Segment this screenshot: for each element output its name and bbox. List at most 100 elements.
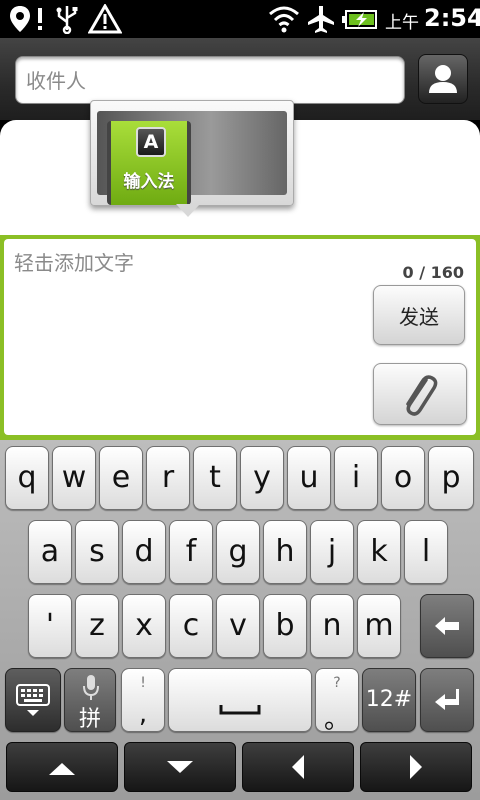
- send-button[interactable]: 发送: [373, 285, 465, 345]
- airplane-icon: [308, 6, 334, 33]
- spacebar-icon: [219, 705, 261, 715]
- key-label: b: [275, 608, 295, 643]
- key-q[interactable]: q: [5, 446, 49, 510]
- backspace-key[interactable]: [420, 594, 474, 658]
- arrow-up-key[interactable]: [6, 742, 118, 792]
- key-label: r: [161, 460, 175, 495]
- key-label: i: [351, 460, 361, 495]
- key-label: a: [40, 534, 60, 569]
- key-label: d: [134, 534, 154, 569]
- paperclip-icon: [406, 375, 438, 416]
- attach-button[interactable]: [373, 363, 467, 425]
- key-w[interactable]: w: [52, 446, 96, 510]
- clock-time: 2:54: [424, 4, 480, 32]
- arrow-down-icon: [167, 761, 193, 773]
- key-x[interactable]: x: [122, 594, 166, 658]
- space-key[interactable]: [168, 668, 312, 732]
- key-label: x: [135, 608, 153, 643]
- key-o[interactable]: o: [381, 446, 425, 510]
- key-l[interactable]: l: [404, 520, 448, 584]
- status-bar: 上午 2:54: [0, 0, 480, 38]
- key-c[interactable]: c: [169, 594, 213, 658]
- ime-keycap-icon: A: [136, 127, 166, 157]
- key-label: z: [89, 608, 105, 643]
- key-label: t: [209, 460, 221, 495]
- key-label: n: [322, 608, 342, 643]
- clock-ampm: 上午: [385, 13, 419, 33]
- key-label: l: [421, 534, 431, 569]
- key-f[interactable]: f: [169, 520, 213, 584]
- key-apostrophe[interactable]: ': [28, 594, 72, 658]
- key-label: ': [45, 608, 55, 643]
- key-g[interactable]: g: [216, 520, 260, 584]
- key-z[interactable]: z: [75, 594, 119, 658]
- key-label: q: [17, 460, 37, 495]
- input-method-popup: A 输入法: [90, 100, 294, 217]
- ime-popup-frame: A 输入法: [90, 100, 294, 206]
- key-a[interactable]: a: [28, 520, 72, 584]
- key-alt-label: ?: [333, 675, 341, 691]
- input-method-button[interactable]: A 输入法: [107, 121, 191, 205]
- key-label: w: [61, 460, 87, 495]
- arrow-right-key[interactable]: [360, 742, 472, 792]
- compose-area: 0 / 160 发送: [0, 235, 480, 440]
- enter-key[interactable]: [420, 668, 474, 732]
- key-label: k: [370, 534, 388, 569]
- key-s[interactable]: s: [75, 520, 119, 584]
- key-label: f: [185, 534, 197, 569]
- contact-picker-button[interactable]: [418, 54, 468, 104]
- key-label: e: [111, 460, 131, 495]
- contact-icon: [429, 65, 457, 93]
- voice-key-label: 拼: [78, 707, 101, 732]
- usb-icon: [56, 6, 78, 34]
- comma-key[interactable]: ! ,: [121, 668, 165, 732]
- keyboard-switch-key[interactable]: [5, 668, 61, 732]
- arrow-up-icon: [49, 763, 75, 775]
- key-d[interactable]: d: [122, 520, 166, 584]
- key-label: g: [228, 534, 248, 569]
- warning-icon: [88, 4, 122, 34]
- numbers-key[interactable]: 12#: [362, 668, 416, 732]
- key-label: s: [89, 534, 105, 569]
- key-k[interactable]: k: [357, 520, 401, 584]
- key-label: 12#: [365, 687, 413, 712]
- wifi-icon: [269, 6, 299, 33]
- recipient-input[interactable]: [24, 57, 398, 105]
- key-j[interactable]: j: [310, 520, 354, 584]
- key-r[interactable]: r: [146, 446, 190, 510]
- ime-popup-pointer: [176, 204, 200, 217]
- key-b[interactable]: b: [263, 594, 307, 658]
- key-label: y: [253, 460, 271, 495]
- ime-label: 输入法: [123, 172, 175, 192]
- battery-charging-icon: [342, 10, 377, 29]
- backspace-icon: [435, 617, 459, 635]
- voice-pinyin-key[interactable]: 拼: [64, 668, 116, 732]
- arrow-right-icon: [410, 755, 422, 779]
- key-n[interactable]: n: [310, 594, 354, 658]
- key-label: u: [299, 460, 319, 495]
- enter-icon: [435, 689, 459, 710]
- key-label: v: [229, 608, 247, 643]
- key-m[interactable]: m: [357, 594, 401, 658]
- key-h[interactable]: h: [263, 520, 307, 584]
- key-label: ,: [138, 699, 148, 729]
- key-v[interactable]: v: [216, 594, 260, 658]
- key-u[interactable]: u: [287, 446, 331, 510]
- ime-panel: A 输入法: [97, 111, 287, 205]
- key-e[interactable]: e: [99, 446, 143, 510]
- message-input[interactable]: [12, 245, 356, 429]
- arrow-left-key[interactable]: [242, 742, 354, 792]
- key-p[interactable]: p: [428, 446, 474, 510]
- arrow-left-icon: [292, 755, 304, 779]
- key-label: c: [182, 608, 200, 643]
- key-t[interactable]: t: [193, 446, 237, 510]
- arrow-down-key[interactable]: [124, 742, 236, 792]
- keyboard-icon: [16, 684, 50, 716]
- key-i[interactable]: i: [334, 446, 378, 510]
- key-y[interactable]: y: [240, 446, 284, 510]
- period-key[interactable]: ? 。: [315, 668, 359, 735]
- location-alert-icon: [10, 6, 42, 32]
- key-label: m: [364, 608, 394, 643]
- compose-panel: 0 / 160 发送: [4, 239, 476, 435]
- recipient-field-frame: [15, 56, 405, 105]
